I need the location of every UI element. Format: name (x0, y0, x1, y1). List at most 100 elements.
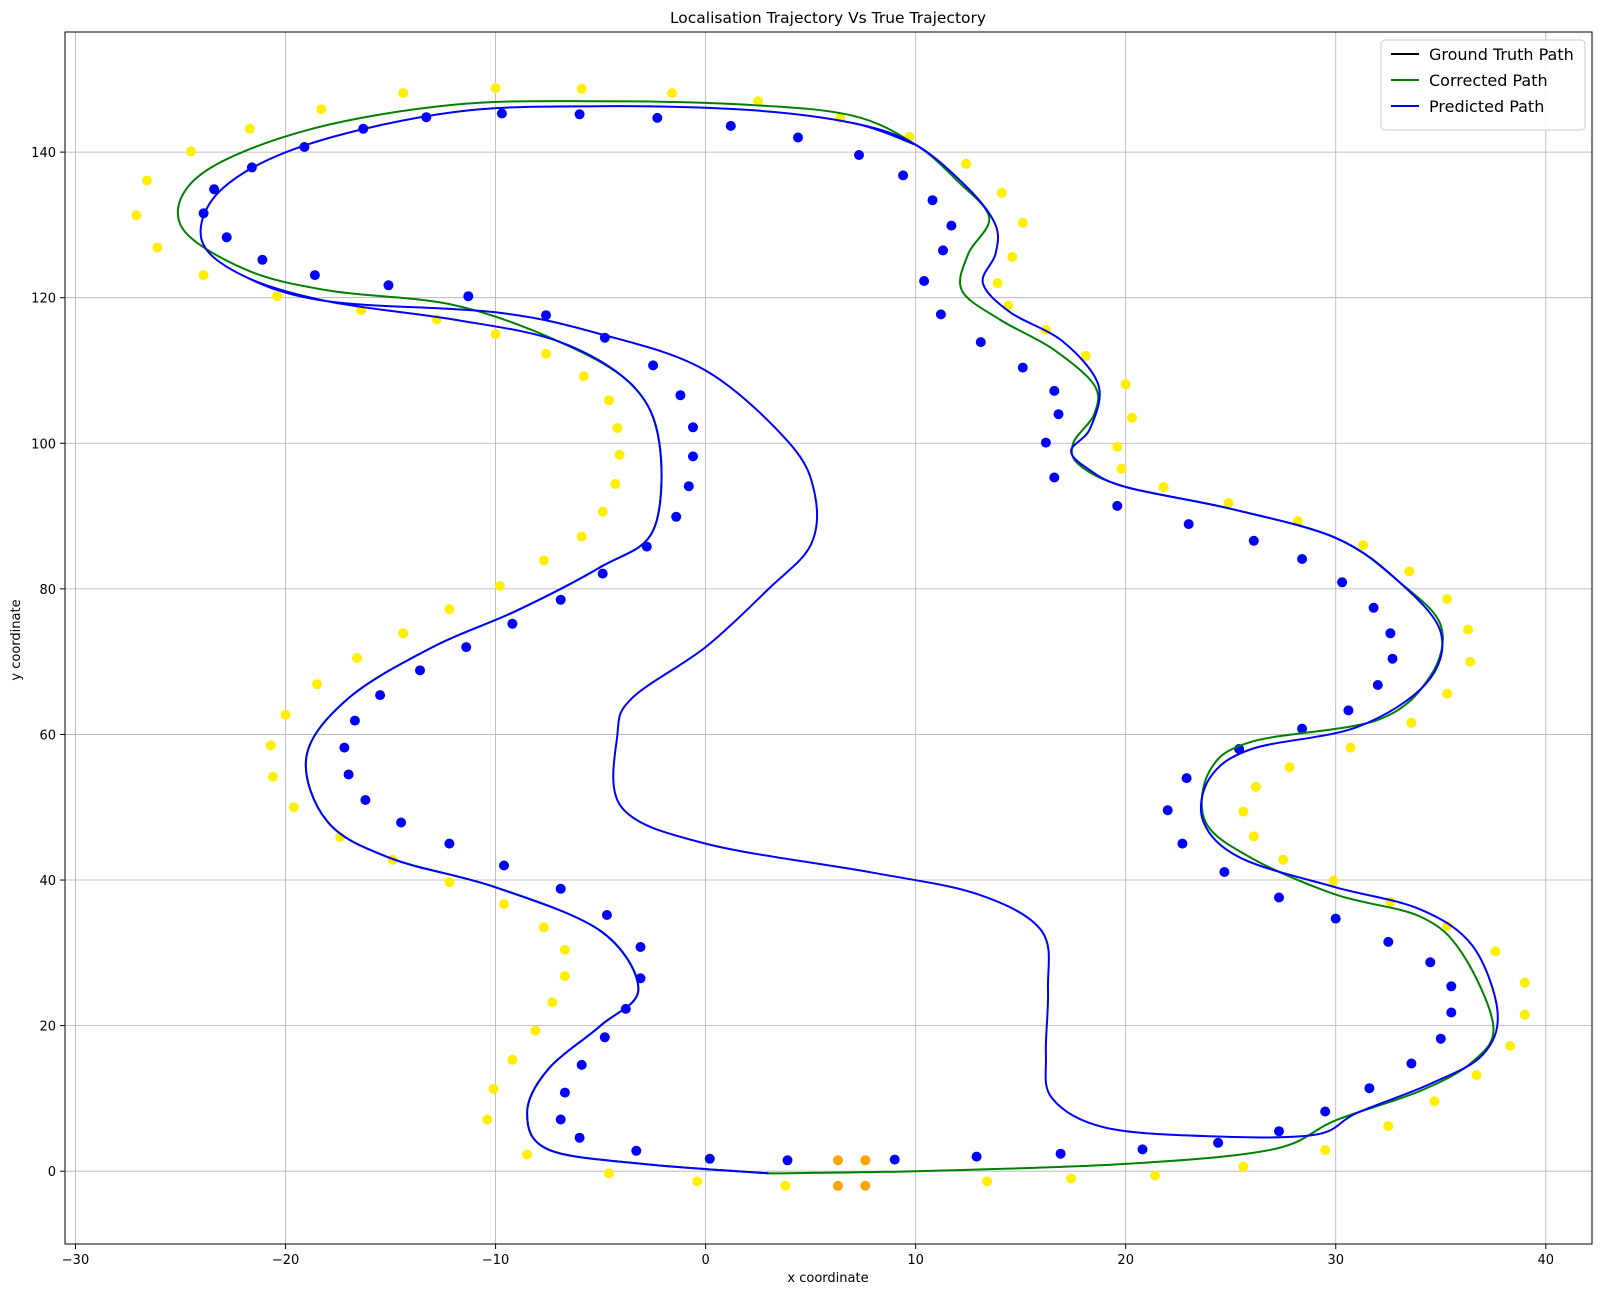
legend-label: Corrected Path (1429, 71, 1548, 90)
scatter-point (1446, 981, 1457, 992)
scatter-point (1007, 251, 1018, 262)
figure-background (0, 0, 1600, 1296)
scatter-point (131, 210, 142, 221)
scatter-point (383, 280, 394, 291)
scatter-point (1465, 656, 1476, 667)
scatter-point (1238, 806, 1249, 817)
y-tick-label: 140 (31, 146, 56, 161)
scatter-point (671, 511, 682, 522)
scatter-point (1406, 1058, 1417, 1069)
scatter-point (1429, 1096, 1440, 1107)
scatter-point (1463, 624, 1474, 635)
scatter-point (267, 771, 278, 782)
scatter-point (488, 1084, 499, 1094)
scatter-point (507, 618, 518, 629)
scatter-point (1053, 409, 1064, 420)
scatter-point (1297, 554, 1308, 564)
legend-label: Predicted Path (1429, 97, 1544, 116)
scatter-point (415, 665, 425, 676)
scatter-point (1471, 1070, 1482, 1081)
scatter-point (648, 360, 659, 371)
scatter-point (396, 817, 407, 828)
scatter-point (1368, 602, 1379, 613)
scatter-point (975, 337, 986, 348)
scatter-point (889, 1154, 900, 1165)
scatter-point (559, 944, 570, 955)
scatter-point (1158, 482, 1169, 492)
scatter-point (1248, 831, 1259, 842)
scatter-point (946, 220, 957, 231)
scatter-point (833, 1155, 843, 1166)
scatter-point (860, 1155, 871, 1166)
scatter-point (1049, 385, 1060, 396)
scatter-point (463, 291, 474, 302)
scatter-point (288, 802, 299, 813)
x-tick-label: −30 (62, 1253, 89, 1268)
scatter-point (1337, 577, 1348, 588)
scatter-point (610, 479, 621, 489)
scatter-point (349, 715, 360, 726)
scatter-point (244, 123, 255, 134)
scatter-point (1177, 838, 1188, 849)
scatter-point (559, 1087, 570, 1098)
scatter-point (1519, 1009, 1530, 1020)
y-tick-label: 100 (31, 437, 56, 452)
y-axis-label: y coordinate (9, 599, 24, 680)
scatter-point (601, 910, 612, 920)
scatter-point (1040, 437, 1051, 448)
scatter-point (257, 254, 268, 265)
scatter-point (854, 150, 864, 160)
scatter-point (316, 104, 327, 115)
scatter-point (272, 291, 283, 302)
scatter-point (996, 187, 1007, 198)
scatter-point (538, 922, 549, 933)
scatter-point (667, 88, 677, 99)
scatter-point (1112, 441, 1123, 452)
scatter-point (1017, 217, 1028, 228)
scatter-point (1387, 653, 1398, 664)
scatter-point (635, 942, 646, 952)
x-tick-label: 10 (907, 1253, 924, 1268)
scatter-point (1364, 1083, 1375, 1094)
scatter-point (444, 877, 455, 888)
scatter-point (1274, 1126, 1284, 1137)
x-tick-label: 20 (1117, 1253, 1134, 1268)
scatter-point (1017, 362, 1028, 373)
scatter-point (507, 1054, 518, 1065)
scatter-point (547, 997, 558, 1008)
scatter-point (599, 1032, 610, 1043)
scatter-point (152, 242, 163, 253)
scatter-point (198, 270, 209, 281)
scatter-point (541, 348, 551, 359)
scatter-point (1385, 628, 1396, 639)
scatter-point (343, 769, 354, 780)
scatter-point (898, 170, 909, 181)
scatter-point (1320, 1106, 1331, 1117)
scatter-point (499, 860, 509, 871)
scatter-point (1425, 957, 1436, 968)
scatter-point (604, 395, 614, 406)
scatter-point (631, 1145, 642, 1156)
scatter-point (1345, 742, 1356, 753)
scatter-point (1183, 519, 1194, 530)
y-tick-label: 40 (39, 874, 56, 889)
scatter-point (971, 1151, 982, 1162)
scatter-point (675, 390, 686, 401)
scatter-point (604, 1168, 614, 1179)
scatter-point (574, 109, 585, 120)
scatter-point (1278, 854, 1289, 865)
scatter-point (1435, 1033, 1446, 1044)
x-tick-label: −10 (482, 1253, 509, 1268)
scatter-point (444, 604, 455, 615)
scatter-point (221, 232, 232, 243)
scatter-point (559, 971, 570, 982)
scatter-point (490, 329, 501, 340)
scatter-point (919, 276, 930, 286)
scatter-point (597, 568, 608, 579)
scatter-point (265, 740, 276, 751)
scatter-point (522, 1149, 533, 1160)
scatter-point (612, 423, 623, 433)
scatter-point (860, 1180, 871, 1191)
scatter-point (398, 628, 409, 639)
scatter-point (578, 371, 589, 382)
